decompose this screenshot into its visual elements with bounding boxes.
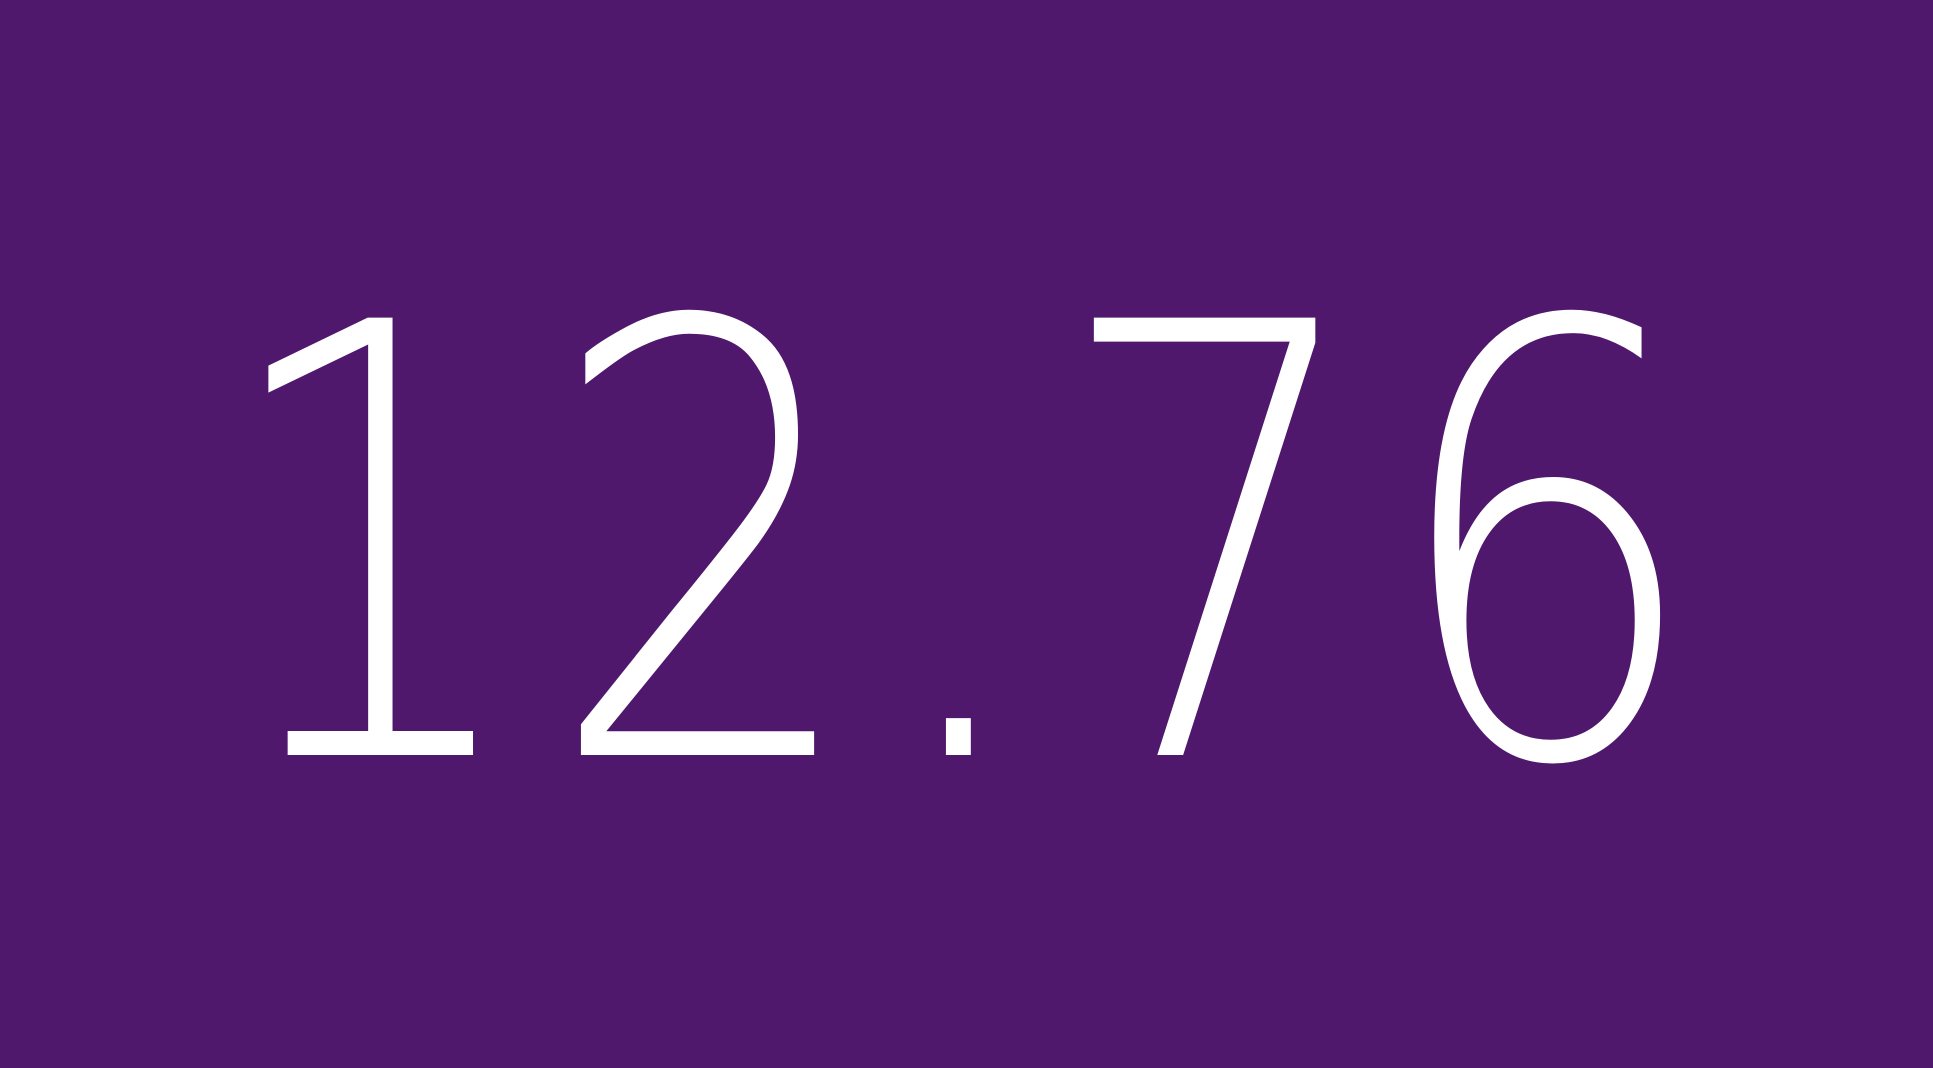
- display-value-text: 12.76: [214, 198, 1719, 897]
- display-value-glyphs: 12.76: [214, 198, 1719, 897]
- display-value: 12.76: [0, 0, 1933, 1068]
- number-tile: 12.76: [0, 0, 1933, 1068]
